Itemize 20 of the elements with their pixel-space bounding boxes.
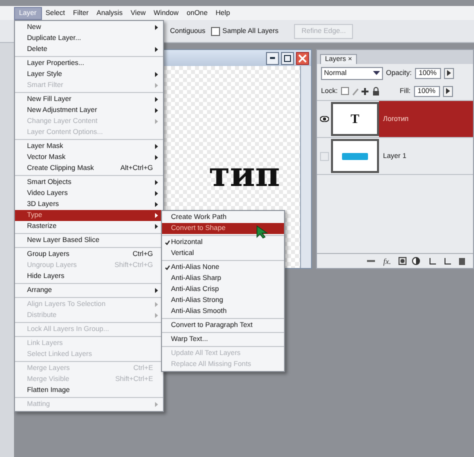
- dropdown-arrow-icon: [373, 70, 380, 76]
- maximize-button[interactable]: [281, 52, 294, 64]
- opacity-arrow-button[interactable]: [444, 68, 454, 78]
- play-arrow-icon: [446, 88, 450, 94]
- vertical-scrollbar[interactable]: [300, 66, 311, 268]
- layer-thumbnail: [331, 139, 379, 173]
- link-icon[interactable]: [367, 257, 376, 265]
- sample-all-layers-checkbox[interactable]: [211, 26, 220, 36]
- fill-arrow-button[interactable]: [442, 86, 453, 96]
- lock-icons-drawing[interactable]: [340, 86, 381, 96]
- play-arrow-icon: [446, 70, 451, 76]
- eye-icon[interactable]: [320, 116, 328, 122]
- cursor-arrow-icon: [256, 225, 268, 239]
- layer-thumbnail: T: [331, 102, 379, 136]
- layer-style-button[interactable]: fx.: [383, 256, 391, 266]
- canvas-text: тип: [208, 158, 280, 192]
- visibility-toggle[interactable]: [320, 152, 328, 160]
- close-button[interactable]: [296, 52, 309, 64]
- minimize-button[interactable]: [266, 52, 279, 64]
- layer-actions-icons-drawing[interactable]: [397, 257, 467, 265]
